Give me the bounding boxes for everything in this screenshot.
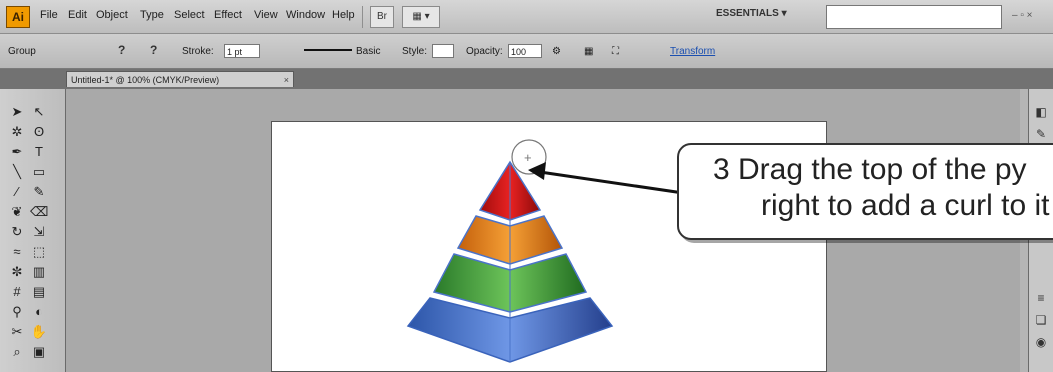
instruction-callout: 3 Drag the top of the py right to add a … (677, 143, 1053, 240)
layers-panel-icon[interactable]: ❏ (1032, 311, 1050, 329)
stroke-panel-icon[interactable]: ≡ (1032, 289, 1050, 307)
callout-arrow (539, 170, 691, 196)
callout-line-1: 3 Drag the top of the py (713, 153, 1027, 186)
brushes-panel-icon[interactable]: ✎ (1032, 125, 1050, 143)
color-panel-icon[interactable]: ◧ (1032, 103, 1050, 121)
appearance-panel-icon[interactable]: ◉ (1032, 333, 1050, 351)
callout-line-2: right to add a curl to it (761, 189, 1050, 222)
callout-text: 3 Drag the top of the py right to add a … (713, 152, 1050, 224)
crosshair-icon: + (524, 150, 532, 165)
